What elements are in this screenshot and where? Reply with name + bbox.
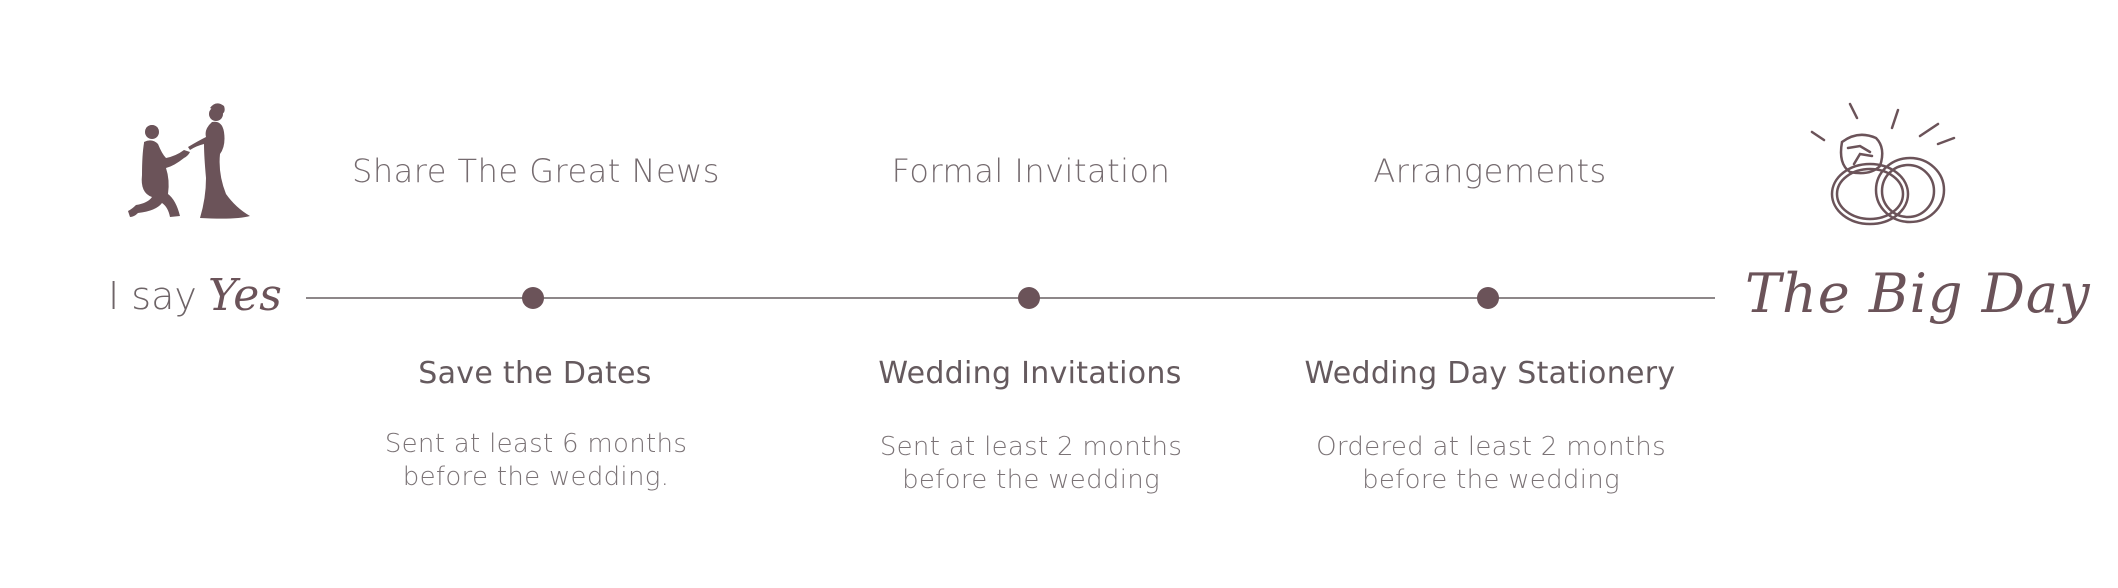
description-line-1: Sent at least 2 months bbox=[879, 432, 1183, 462]
milestone-phase-label: Share The Great News bbox=[352, 152, 720, 190]
start-label-script: Yes bbox=[208, 270, 282, 321]
milestone-description: Sent at least 2 months before the weddin… bbox=[880, 431, 1182, 497]
proposal-couple-silhouette-icon bbox=[128, 103, 250, 219]
milestone-phase-label: Formal Invitation bbox=[891, 152, 1171, 190]
milestone-title: Wedding Invitations bbox=[878, 356, 1182, 391]
end-label-script: The Big Day bbox=[1745, 262, 2091, 325]
description-line-2: before the wedding. bbox=[402, 462, 670, 492]
timeline-dot bbox=[1018, 287, 1040, 309]
milestone-title: Save the Dates bbox=[418, 356, 652, 391]
description-line-1: Ordered at least 2 months bbox=[1316, 432, 1666, 462]
description-line-2: before the wedding bbox=[1362, 465, 1620, 495]
milestone-description: Sent at least 6 months before the weddin… bbox=[385, 428, 687, 494]
timeline-dot bbox=[1477, 287, 1499, 309]
milestone-description: Ordered at least 2 months before the wed… bbox=[1316, 431, 1666, 497]
milestone-phase-label: Arrangements bbox=[1373, 152, 1607, 190]
timeline-line bbox=[306, 297, 1715, 299]
milestone-title: Wedding Day Stationery bbox=[1304, 356, 1676, 391]
start-label-prefix: I say bbox=[108, 274, 197, 318]
description-line-1: Sent at least 6 months bbox=[384, 429, 688, 459]
wedding-rings-icon bbox=[1810, 102, 1956, 226]
timeline-dot bbox=[522, 287, 544, 309]
description-line-2: before the wedding bbox=[902, 465, 1160, 495]
